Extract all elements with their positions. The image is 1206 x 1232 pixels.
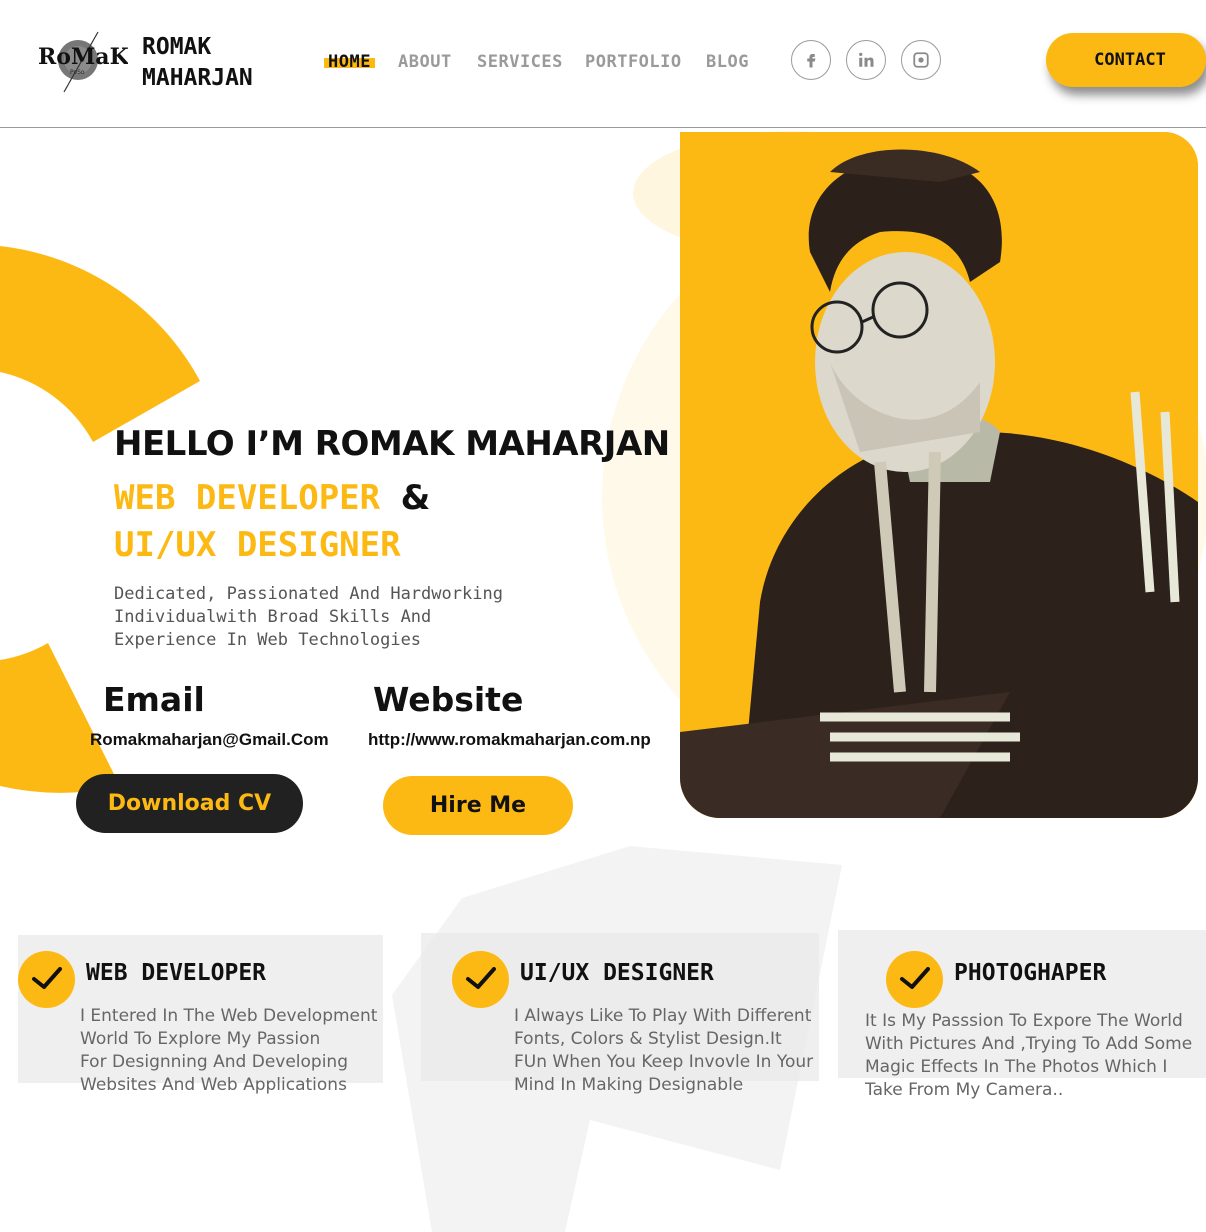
contact-button[interactable]: CONTACT — [1046, 33, 1206, 87]
brand-name: ROMAK MAHARJAN — [142, 32, 253, 94]
service-text-line: I Entered In The Web Development — [80, 1006, 378, 1026]
brand-line-2: MAHARJAN — [142, 65, 253, 91]
header-divider — [0, 127, 1206, 128]
service-text-line: Websites And Web Applications — [80, 1075, 347, 1095]
service-text-line: Fonts, Colors & Stylist Design.It — [514, 1029, 782, 1049]
hero-desc-line-2: Individualwith Broad Skills And — [114, 607, 432, 627]
service-text-line: Magic Effects In The Photos Which I — [865, 1057, 1168, 1077]
service-text-line: With Pictures And ,Trying To Add Some — [865, 1034, 1193, 1054]
service-text-line: It Is My Passsion To Expore The World — [865, 1011, 1183, 1031]
service-title: WEB DEVELOPER — [86, 960, 267, 986]
nav-about[interactable]: ABOUT — [398, 52, 452, 72]
logo[interactable]: RoMaK PoSo — [36, 30, 130, 94]
hero-desc-line-3: Experience In Web Technologies — [114, 630, 422, 650]
email-value[interactable]: Romakmaharjan@Gmail.Com — [90, 730, 329, 750]
service-text-line: FUn When You Keep Invovle In Your — [514, 1052, 814, 1072]
email-label: Email — [103, 680, 205, 719]
service-title: UI/UX DESIGNER — [520, 960, 714, 986]
hero-role-web-developer: WEB DEVELOPER — [114, 478, 381, 518]
github-icon — [913, 52, 929, 68]
service-text: It Is My Passsion To Expore The World Wi… — [865, 1010, 1192, 1102]
logo-subtext: PoSo — [70, 69, 85, 76]
nav-services[interactable]: SERVICES — [477, 52, 563, 72]
hero-role-1: WEB DEVELOPER & — [114, 478, 430, 518]
hero-role-uiux: UI/UX DESIGNER — [114, 525, 401, 565]
service-title: PHOTOGHAPER — [954, 960, 1107, 986]
nav-portfolio[interactable]: PORTFOLIO — [585, 52, 682, 72]
website-link[interactable]: http://www.romakmaharjan.com.np — [368, 730, 651, 750]
facebook-button[interactable] — [791, 40, 831, 80]
linkedin-icon — [859, 52, 874, 67]
service-text-line: World To Explore My Passion — [80, 1029, 321, 1049]
linkedin-button[interactable] — [846, 40, 886, 80]
download-cv-button[interactable]: Download CV — [76, 774, 303, 833]
hero-greeting: HELLO I’M ROMAK MAHARJAN — [114, 424, 670, 464]
service-text-line: Take From My Camera.. — [865, 1080, 1064, 1100]
hero-desc-line-1: Dedicated, Passionated And Hardworking — [114, 584, 503, 604]
service-text-line: I Always Like To Play With Different — [514, 1006, 812, 1026]
nav-home[interactable]: HOME — [324, 52, 375, 72]
check-icon — [452, 951, 509, 1008]
nav-blog[interactable]: BLOG — [706, 52, 749, 72]
hero-description: Dedicated, Passionated And Hardworking I… — [114, 583, 574, 652]
brand-line-1: ROMAK — [142, 34, 212, 60]
nav-home-label: HOME — [324, 52, 375, 72]
facebook-icon — [807, 54, 816, 68]
service-text-line: For Designning And Developing — [80, 1052, 348, 1072]
service-text: I Always Like To Play With Different Fon… — [514, 1005, 813, 1097]
logo-text: RoMaK — [38, 44, 128, 70]
service-text-line: Mind In Making Designable — [514, 1075, 744, 1095]
profile-photo — [680, 132, 1198, 818]
github-button[interactable] — [901, 40, 941, 80]
website-label: Website — [373, 680, 524, 719]
check-icon — [18, 951, 75, 1008]
hire-me-button[interactable]: Hire Me — [383, 776, 573, 835]
service-text: I Entered In The Web Development World T… — [80, 1005, 377, 1097]
check-icon — [886, 951, 943, 1008]
hero-ampersand: & — [400, 478, 431, 518]
